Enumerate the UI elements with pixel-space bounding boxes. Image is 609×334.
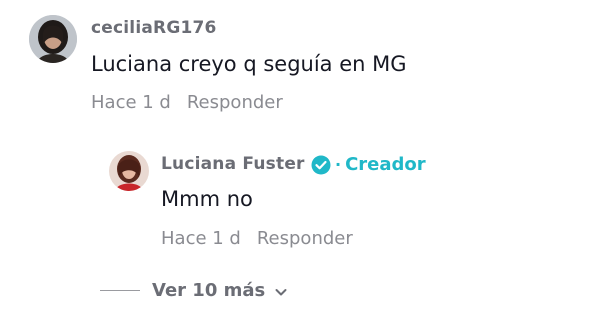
reply-username[interactable]: Luciana Fuster (161, 154, 305, 174)
chevron-down-icon (274, 284, 288, 298)
reply-meta: Hace 1 d Responder (161, 228, 353, 249)
comment-timestamp: Hace 1 d (91, 92, 171, 113)
view-more-label: Ver 10 más (152, 280, 266, 301)
avatar[interactable] (29, 15, 77, 63)
comment-text: Luciana creyo q seguía en MG (91, 52, 407, 76)
comment-meta: Hace 1 d Responder (91, 92, 283, 113)
avatar-photo-icon (109, 151, 149, 191)
comment-username[interactable]: ceciliaRG176 (91, 18, 217, 38)
reply-timestamp: Hace 1 d (161, 228, 241, 249)
divider (100, 289, 140, 292)
avatar[interactable] (109, 151, 149, 191)
creator-label: Creador (345, 154, 426, 175)
reply-text: Mmm no (161, 187, 253, 211)
creator-badge: · Creador (311, 154, 426, 175)
creator-separator: · (335, 155, 342, 174)
reply-button[interactable]: Responder (187, 92, 283, 113)
view-more-replies-button[interactable]: Ver 10 más (100, 280, 288, 301)
avatar-photo-icon (29, 15, 77, 63)
reply-button[interactable]: Responder (257, 228, 353, 249)
verified-check-icon (311, 155, 331, 175)
